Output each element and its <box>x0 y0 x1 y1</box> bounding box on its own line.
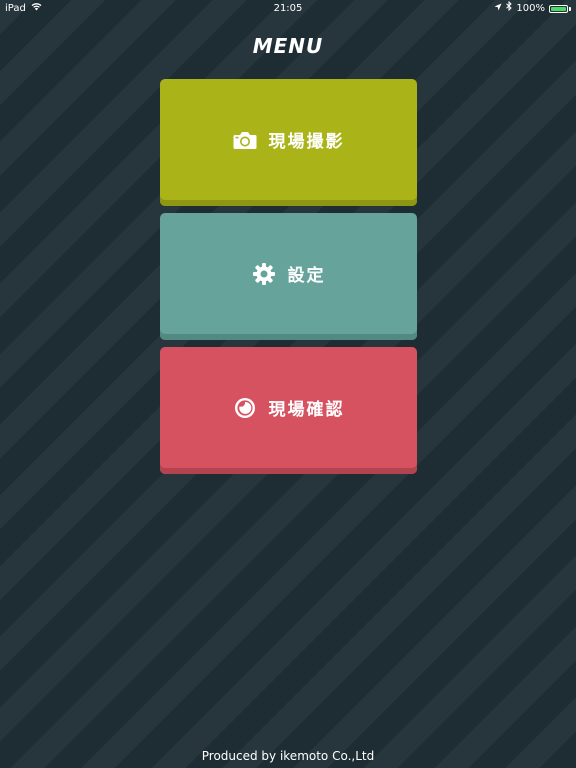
app-screen: { "status_bar": { "device": "iPad", "tim… <box>0 0 576 768</box>
battery-percent: 100% <box>516 3 545 14</box>
menu-list: 現場撮影 設定 現場確認 <box>160 79 417 481</box>
bluetooth-icon <box>506 0 513 18</box>
status-bar: iPad 21:05 100% <box>0 0 576 18</box>
camera-shoot-button[interactable]: 現場撮影 <box>160 79 417 206</box>
battery-icon <box>549 5 571 13</box>
location-arrow-icon <box>494 0 502 18</box>
status-time: 21:05 <box>273 3 303 14</box>
footer-credit: Produced by ikemoto Co.,Ltd <box>201 749 375 763</box>
camera-shoot-label: 現場撮影 <box>268 132 345 152</box>
battery-tip <box>569 7 571 11</box>
page-title: MENU <box>252 34 324 58</box>
settings-label: 設定 <box>287 266 326 286</box>
camera-icon <box>233 128 257 152</box>
site-confirm-label: 現場確認 <box>268 400 345 420</box>
battery-fill <box>551 7 566 11</box>
gear-icon <box>252 262 276 286</box>
settings-button[interactable]: 設定 <box>160 213 417 340</box>
battery-body <box>549 5 568 13</box>
site-confirm-button[interactable]: 現場確認 <box>160 347 417 474</box>
status-right: 100% <box>494 0 571 18</box>
circle-check-icon <box>233 396 257 420</box>
